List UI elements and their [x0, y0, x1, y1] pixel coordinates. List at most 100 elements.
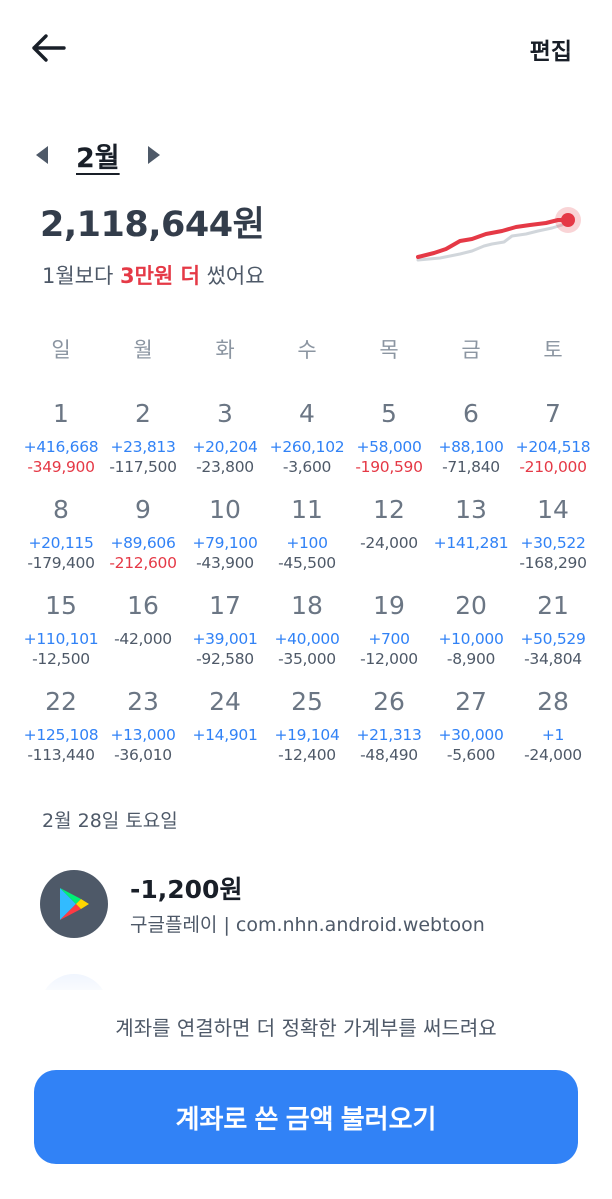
weekday-label: 토	[543, 338, 563, 362]
day-income: +260,102	[269, 438, 345, 456]
weekday-header: 일월화수목금토	[20, 334, 594, 364]
calendar-day[interactable]: 9 +89,606 -212,600	[102, 494, 184, 590]
day-income: +30,522	[520, 534, 586, 552]
day-income: +416,668	[23, 438, 99, 456]
day-number: 10	[209, 495, 241, 524]
day-income: +13,000	[110, 726, 176, 744]
calendar-day[interactable]: 15 +110,101 -12,500	[20, 590, 102, 686]
day-number: 9	[135, 495, 151, 524]
day-number: 26	[373, 687, 405, 716]
day-number: 13	[455, 495, 487, 524]
day-income: +19,104	[274, 726, 340, 744]
calendar-day[interactable]: 17 +39,001 -92,580	[184, 590, 266, 686]
day-income: +79,100	[192, 534, 258, 552]
day-number: 23	[127, 687, 159, 716]
calendar-day[interactable]: 28 +1 -24,000	[512, 686, 594, 782]
transaction-item[interactable]: -1,200원 구글플레이 | com.nhn.android.webtoon	[40, 866, 580, 946]
calendar-day[interactable]: 14 +30,522 -168,290	[512, 494, 594, 590]
day-expense: -24,000	[524, 746, 582, 764]
day-expense: -168,290	[519, 554, 587, 572]
comparison-prefix: 1월보다	[42, 264, 120, 288]
day-expense: -179,400	[27, 554, 95, 572]
transaction-separator: |	[217, 914, 236, 936]
spending-trend-sparkline	[416, 207, 581, 262]
day-number: 15	[45, 591, 77, 620]
day-expense: -113,440	[27, 746, 95, 764]
day-income: +141,281	[433, 534, 509, 552]
day-expense: -117,500	[109, 458, 177, 476]
calendar-day[interactable]: 18 +40,000 -35,000	[266, 590, 348, 686]
day-income: +1	[541, 726, 565, 744]
day-expense: -12,000	[360, 650, 418, 668]
caret-right-icon[interactable]	[147, 146, 160, 164]
day-expense: -35,000	[278, 650, 336, 668]
day-income: +204,518	[515, 438, 591, 456]
weekday-label: 일	[51, 338, 71, 362]
day-income: +21,313	[356, 726, 422, 744]
weekday-label: 월	[133, 338, 153, 362]
day-number: 5	[381, 399, 397, 428]
day-expense: -24,000	[360, 534, 418, 552]
calendar-day[interactable]: 4 +260,102 -3,600	[266, 398, 348, 494]
month-comparison: 1월보다 3만원 더 썼어요	[42, 260, 265, 290]
calendar-day[interactable]: 1 +416,668 -349,900	[20, 398, 102, 494]
account-link-notice: 계좌를 연결하면 더 정확한 가계부를 써드려요	[115, 1016, 497, 1040]
calendar-day[interactable]: 26 +21,313 -48,490	[348, 686, 430, 782]
day-income: +58,000	[356, 438, 422, 456]
day-number: 8	[53, 495, 69, 524]
calendar-day[interactable]: 21 +50,529 -34,804	[512, 590, 594, 686]
day-expense: -48,490	[360, 746, 418, 764]
previous-month-trend-line	[416, 223, 564, 262]
calendar-day[interactable]: 23 +13,000 -36,010	[102, 686, 184, 782]
day-number: 3	[217, 399, 233, 428]
calendar-day[interactable]: 25 +19,104 -12,400	[266, 686, 348, 782]
day-number: 19	[373, 591, 405, 620]
day-expense: -12,500	[32, 650, 90, 668]
caret-left-icon[interactable]	[36, 146, 48, 164]
calendar-day[interactable]: 6 +88,100 -71,840	[430, 398, 512, 494]
calendar-day[interactable]: 20 +10,000 -8,900	[430, 590, 512, 686]
day-expense: -5,600	[446, 746, 496, 764]
calendar-day[interactable]: 10 +79,100 -43,900	[184, 494, 266, 590]
day-expense: -23,800	[196, 458, 254, 476]
transaction-merchant: 구글플레이	[130, 914, 218, 936]
day-income: +14,901	[192, 726, 258, 744]
import-account-spending-button[interactable]: 계좌로 쓴 금액 불러오기	[34, 1070, 578, 1164]
calendar-day[interactable]: 16 -42,000	[102, 590, 184, 686]
day-number: 27	[455, 687, 487, 716]
calendar-day[interactable]: 24 +14,901	[184, 686, 266, 782]
calendar-day[interactable]: 12 -24,000	[348, 494, 430, 590]
calendar-day[interactable]: 2 +23,813 -117,500	[102, 398, 184, 494]
day-income: +50,529	[520, 630, 586, 648]
day-income: +20,204	[192, 438, 258, 456]
day-income: +88,100	[438, 438, 504, 456]
month-label[interactable]: 2월	[76, 136, 120, 175]
day-expense: -210,000	[519, 458, 587, 476]
google-play-icon	[40, 870, 108, 938]
day-number: 6	[463, 399, 479, 428]
day-number: 18	[291, 591, 323, 620]
back-button[interactable]	[26, 28, 70, 68]
day-expense: -12,400	[278, 746, 336, 764]
calendar-day[interactable]: 3 +20,204 -23,800	[184, 398, 266, 494]
day-number: 12	[373, 495, 405, 524]
calendar-day[interactable]: 11 +100 -45,500	[266, 494, 348, 590]
calendar-day[interactable]: 7 +204,518 -210,000	[512, 398, 594, 494]
edit-button[interactable]: 편집	[530, 32, 572, 66]
calendar-day[interactable]: 5 +58,000 -190,590	[348, 398, 430, 494]
day-expense: -92,580	[196, 650, 254, 668]
day-number: 14	[537, 495, 569, 524]
calendar-day[interactable]: 19 +700 -12,000	[348, 590, 430, 686]
month-navigator: 2월	[36, 136, 160, 175]
weekday-label: 화	[215, 338, 235, 362]
day-income: +20,115	[28, 534, 94, 552]
selected-date-heading: 2월 28일 토요일	[42, 810, 178, 832]
day-income: +125,108	[23, 726, 99, 744]
calendar-day[interactable]: 13 +141,281	[430, 494, 512, 590]
day-number: 2	[135, 399, 151, 428]
calendar-day[interactable]: 22 +125,108 -113,440	[20, 686, 102, 782]
day-number: 17	[209, 591, 241, 620]
calendar-day[interactable]: 8 +20,115 -179,400	[20, 494, 102, 590]
calendar-day[interactable]: 27 +30,000 -5,600	[430, 686, 512, 782]
day-number: 1	[53, 399, 69, 428]
